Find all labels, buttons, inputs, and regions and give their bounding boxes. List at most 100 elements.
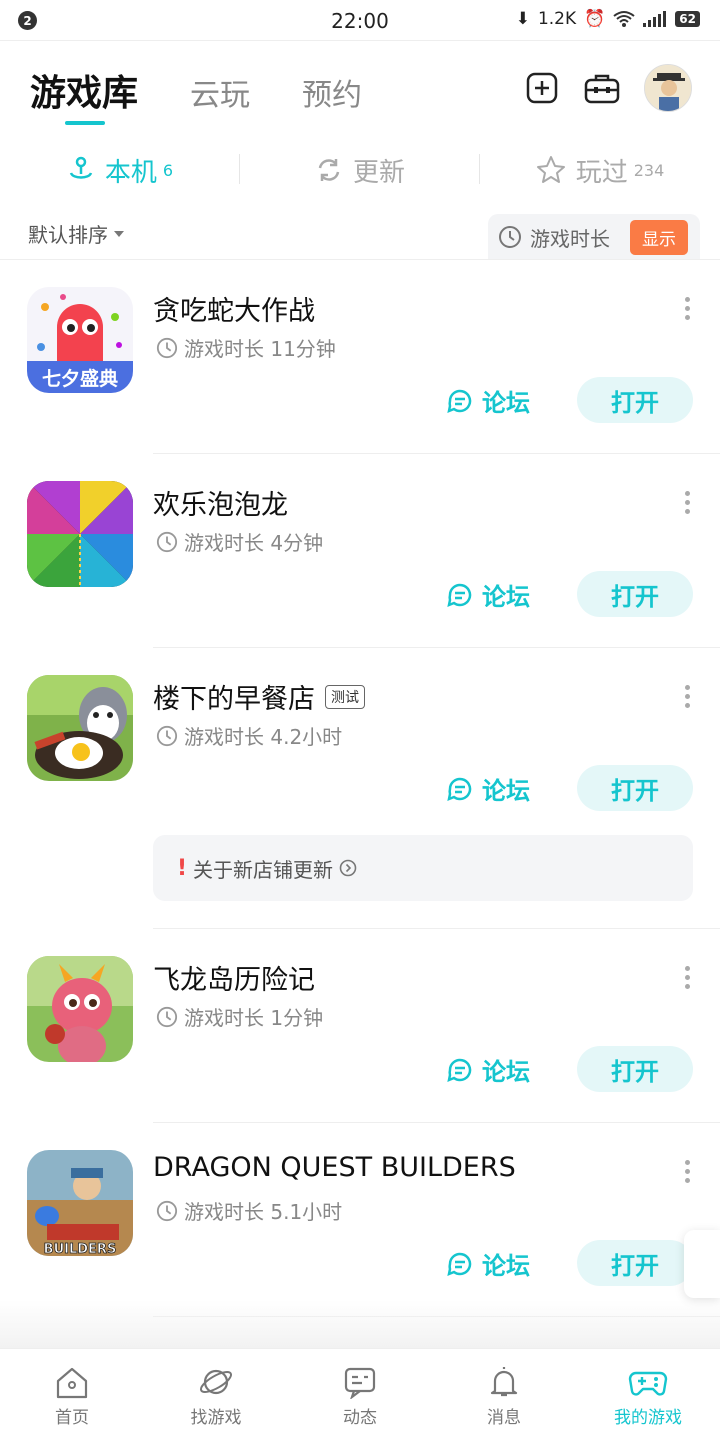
play-time-text: 游戏时长 5.1小时 — [184, 1200, 343, 1224]
battery-icon: 62 — [675, 11, 700, 27]
planet-icon — [199, 1369, 233, 1395]
toolbox-icon — [584, 74, 620, 104]
open-button[interactable]: 打开 — [577, 377, 693, 423]
nav-my-games[interactable]: 我的游戏 — [576, 1349, 720, 1440]
list-fade — [0, 1300, 720, 1348]
more-options-icon[interactable] — [685, 1160, 691, 1183]
game-icon[interactable]: BUILDERS — [27, 1150, 133, 1256]
play-time: 游戏时长 11分钟 — [156, 333, 336, 362]
divider — [153, 1122, 720, 1123]
show-duration-button[interactable]: 显示 — [630, 219, 688, 255]
message-icon — [344, 1367, 376, 1399]
play-time-text: 游戏时长 1分钟 — [184, 1006, 324, 1030]
open-button[interactable]: 打开 — [577, 1240, 693, 1286]
nav-feed[interactable]: 动态 — [288, 1349, 432, 1440]
subtab-local[interactable]: 本机 6 — [0, 150, 240, 190]
caret-down-icon — [114, 230, 124, 237]
tab-reservations[interactable]: 预约 — [302, 70, 362, 114]
subtab-updates-label: 更新 — [352, 157, 405, 188]
forum-label: 论坛 — [482, 583, 530, 611]
forum-icon — [447, 389, 472, 413]
update-notice[interactable]: ! 关于新店铺更新 — [153, 835, 693, 901]
open-button[interactable]: 打开 — [577, 1046, 693, 1092]
add-icon — [526, 72, 558, 104]
divider — [0, 259, 720, 260]
play-time: 游戏时长 1分钟 — [156, 1002, 323, 1031]
forum-icon — [447, 583, 472, 607]
snake-game-icon: 七夕盛典 — [27, 287, 133, 393]
download-icon: ⬇ — [515, 9, 530, 29]
duration-filter: 游戏时长 显示 — [488, 214, 700, 260]
status-right: ⬇ 1.2K ⏰ 62 — [516, 9, 700, 29]
chevron-right-circle-icon — [339, 859, 357, 877]
sub-tabs: 本机 6 更新 玩过 234 — [0, 150, 720, 190]
subtab-updates[interactable]: 更新 — [240, 150, 480, 190]
more-options-icon[interactable] — [685, 685, 691, 708]
toolbox-button[interactable] — [584, 70, 620, 106]
nav-messages[interactable]: 消息 — [432, 1349, 576, 1440]
forum-button[interactable]: 论坛 — [446, 383, 530, 418]
clock-icon — [156, 725, 178, 746]
game-title-text: 飞龙岛历险记 — [153, 965, 315, 996]
clock-icon — [499, 226, 521, 248]
divider — [0, 40, 720, 41]
gamepad-icon — [628, 1371, 668, 1396]
sort-label: 默认排序 — [28, 223, 108, 247]
top-tabs: 游戏库 云玩 预约 — [30, 64, 414, 116]
forum-button[interactable]: 论坛 — [446, 577, 530, 612]
nav-discover[interactable]: 找游戏 — [144, 1349, 288, 1440]
avatar[interactable] — [644, 64, 692, 112]
forum-button[interactable]: 论坛 — [446, 771, 530, 806]
divider — [239, 154, 240, 184]
active-tab-indicator — [65, 121, 105, 125]
subtab-played-label: 玩过 — [575, 157, 628, 188]
dragon-quest-game-icon: BUILDERS — [27, 1150, 133, 1256]
alert-icon: ! — [177, 855, 188, 881]
clock-icon — [156, 531, 178, 552]
forum-icon — [447, 1058, 472, 1082]
play-time: 游戏时长 4分钟 — [156, 527, 323, 556]
nav-my-games-label: 我的游戏 — [614, 1408, 682, 1428]
subtab-played-count: 234 — [633, 160, 665, 180]
game-title: 楼下的早餐店 测试 — [153, 677, 365, 716]
forum-button[interactable]: 论坛 — [446, 1052, 530, 1087]
clock-icon — [156, 1200, 178, 1221]
game-icon[interactable] — [27, 956, 133, 1062]
open-button[interactable]: 打开 — [577, 765, 693, 811]
more-options-icon[interactable] — [685, 966, 691, 989]
subtab-played[interactable]: 玩过 234 — [480, 150, 720, 190]
game-icon[interactable] — [27, 481, 133, 587]
game-icon[interactable] — [27, 675, 133, 781]
divider — [153, 647, 720, 648]
tab-game-library[interactable]: 游戏库 — [30, 64, 138, 116]
floating-side-button[interactable] — [684, 1230, 720, 1298]
tab-cloud-play[interactable]: 云玩 — [190, 70, 250, 114]
refresh-icon — [318, 159, 340, 181]
sort-dropdown[interactable]: 默认排序 — [28, 219, 124, 248]
play-time: 游戏时长 5.1小时 — [156, 1196, 342, 1225]
open-button[interactable]: 打开 — [577, 571, 693, 617]
play-time: 游戏时长 4.2小时 — [156, 721, 342, 750]
top-actions — [524, 64, 692, 112]
game-title: 贪吃蛇大作战 — [153, 289, 315, 328]
add-button[interactable] — [524, 70, 560, 106]
more-options-icon[interactable] — [685, 491, 691, 514]
wifi-icon — [613, 11, 635, 27]
game-title: 飞龙岛历险记 — [153, 958, 315, 997]
play-time-text: 游戏时长 11分钟 — [184, 337, 336, 361]
game-icon[interactable]: 七夕盛典 — [27, 287, 133, 393]
dragon-island-game-icon — [27, 956, 133, 1062]
bottom-nav: 首页 找游戏 动态 消息 我的游戏 — [0, 1348, 720, 1440]
net-speed: 1.2K — [537, 9, 577, 29]
divider — [153, 453, 720, 454]
notice-text: 关于新店铺更新 — [193, 857, 334, 882]
star-icon — [536, 156, 565, 183]
icon-text: 七夕盛典 — [42, 367, 118, 390]
divider — [153, 928, 720, 929]
forum-button[interactable]: 论坛 — [446, 1246, 530, 1281]
nav-home[interactable]: 首页 — [0, 1349, 144, 1440]
divider — [479, 154, 480, 184]
more-options-icon[interactable] — [685, 297, 691, 320]
icon-text: BUILDERS — [44, 1242, 117, 1256]
signal-icon — [643, 11, 667, 27]
